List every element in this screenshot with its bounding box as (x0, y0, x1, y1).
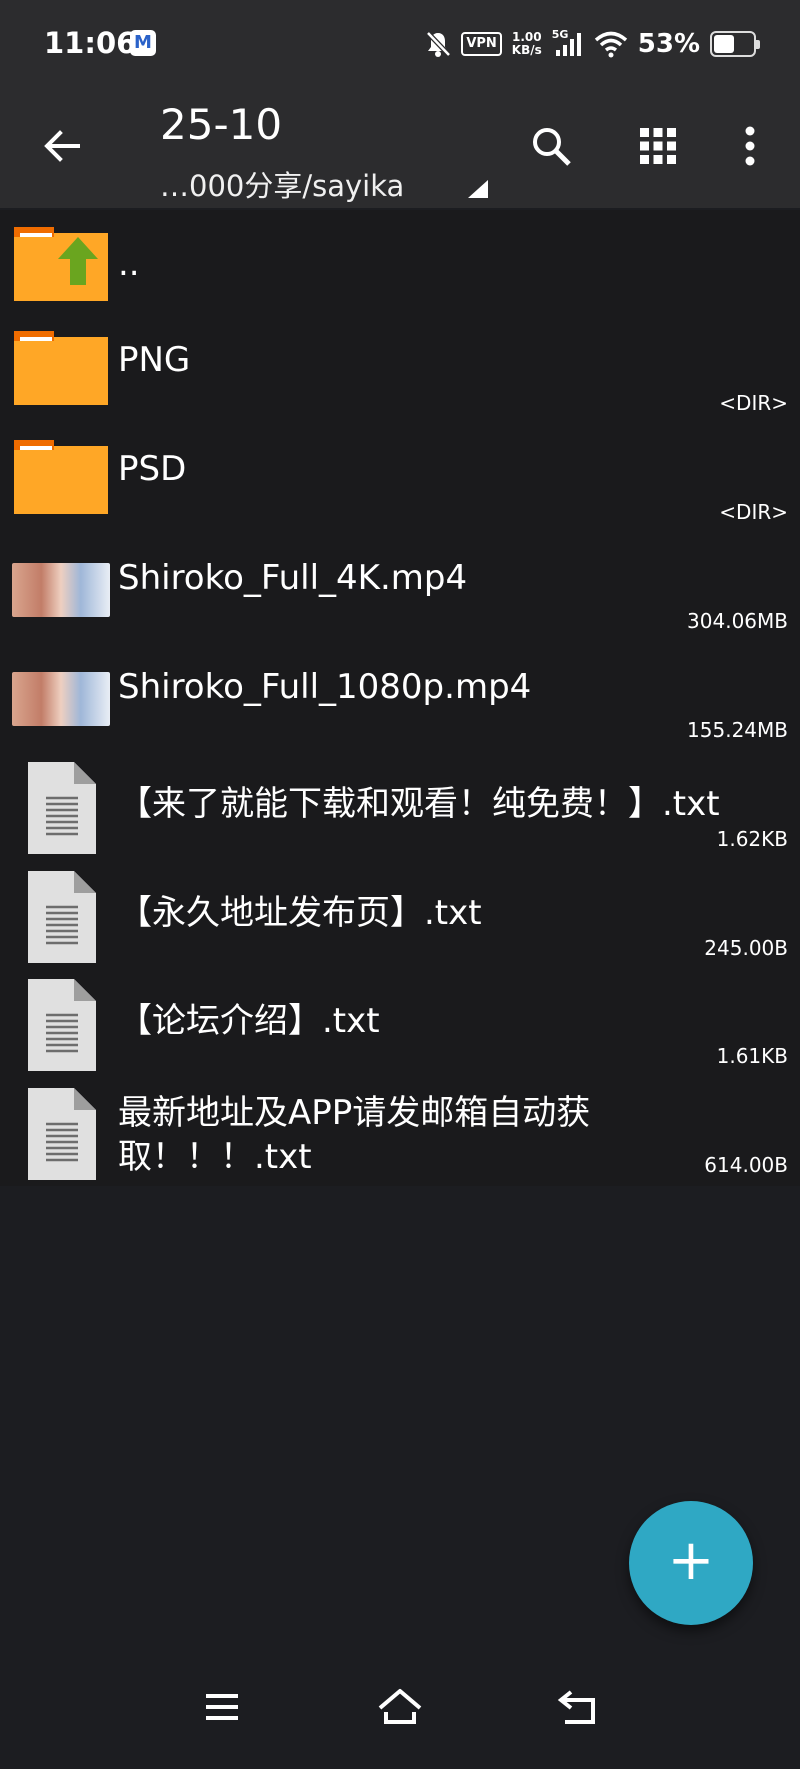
file-name: 【永久地址发布页】.txt (118, 893, 482, 933)
app-toolbar: 11:06 M VPN 1.00 KB/s 5G 53% 25-10 …000分… (0, 0, 800, 208)
text-file-icon (28, 1088, 96, 1180)
battery-fill (714, 35, 735, 53)
plus-icon: + (667, 1528, 715, 1593)
list-item-text-file[interactable]: 【永久地址发布页】.txt 245.00B (0, 866, 800, 974)
menu-icon[interactable] (192, 1682, 252, 1732)
list-item-folder-png[interactable]: PNG <DIR> (0, 322, 800, 430)
file-size: 1.61KB (716, 1044, 788, 1068)
list-item-video[interactable]: Shiroko_Full_1080p.mp4 155.24MB (0, 649, 800, 757)
file-name-line-1: 最新地址及APP请发邮箱自动获 (118, 1093, 591, 1133)
net-speed-unit: KB/s (511, 43, 542, 57)
status-time: 11:06 (44, 26, 137, 60)
folder-icon (14, 440, 108, 514)
folder-icon (14, 331, 108, 405)
text-file-icon (28, 762, 96, 854)
vpn-badge: VPN (461, 32, 502, 56)
file-name: PNG (118, 340, 191, 380)
add-fab-button[interactable]: + (629, 1501, 753, 1625)
grid-view-icon[interactable] (634, 122, 682, 170)
path-dropdown-icon[interactable] (466, 178, 490, 200)
back-arrow-icon[interactable] (38, 122, 86, 170)
search-icon[interactable] (527, 122, 575, 170)
list-item-video[interactable]: Shiroko_Full_4K.mp4 304.06MB (0, 540, 800, 648)
net-speed: 1.00 KB/s (512, 31, 542, 57)
wifi-icon (594, 31, 627, 58)
system-nav-bar (0, 1660, 800, 1769)
file-name: 【来了就能下载和观看！纯免费！】.txt (118, 784, 720, 824)
file-name-line-2: 取！！！.txt (118, 1137, 312, 1177)
file-size: 304.06MB (687, 609, 788, 633)
folder-path[interactable]: …000分享/sayika (160, 163, 404, 205)
text-file-icon (28, 979, 96, 1071)
list-item-text-file[interactable]: 【论坛介绍】.txt 1.61KB (0, 974, 800, 1082)
file-size: 155.24MB (687, 718, 788, 742)
file-size: 245.00B (704, 936, 788, 960)
list-item-text-file[interactable]: 【来了就能下载和观看！纯免费！】.txt 1.62KB (0, 757, 800, 865)
video-thumbnail (12, 672, 110, 726)
file-size: <DIR> (719, 391, 788, 415)
list-item-parent-folder[interactable]: .. (0, 214, 800, 322)
back-nav-icon[interactable] (549, 1682, 609, 1732)
file-size: 614.00B (704, 1153, 788, 1177)
file-size: <DIR> (719, 500, 788, 524)
battery-percent: 53% (637, 29, 700, 59)
file-name: Shiroko_Full_4K.mp4 (118, 558, 468, 598)
list-item-text-file[interactable]: 最新地址及APP请发邮箱自动获 取！！！.txt 614.00B (0, 1083, 800, 1191)
folder-up-icon (14, 227, 108, 301)
mute-bell-icon (426, 31, 452, 57)
file-name: .. (118, 244, 140, 284)
file-name: Shiroko_Full_1080p.mp4 (118, 667, 532, 707)
list-item-folder-psd[interactable]: PSD <DIR> (0, 431, 800, 539)
file-size: 1.62KB (716, 827, 788, 851)
text-file-icon (28, 871, 96, 963)
home-icon[interactable] (370, 1682, 430, 1732)
video-thumbnail (12, 563, 110, 617)
file-list: .. PNG <DIR> PSD <DIR> Shiroko_Full_4K.m… (0, 210, 800, 1186)
more-vert-icon[interactable] (726, 122, 774, 170)
battery-icon (710, 31, 760, 57)
file-name: PSD (118, 449, 187, 489)
folder-title: 25-10 (160, 100, 283, 149)
signal-label: 5G (551, 28, 569, 41)
mail-notification-icon: M (130, 30, 156, 56)
status-bar: 11:06 M VPN 1.00 KB/s 5G 53% (0, 0, 800, 88)
status-icons: VPN 1.00 KB/s 5G 53% (425, 24, 760, 64)
signal-icon: 5G (551, 28, 584, 58)
file-name: 【论坛介绍】.txt (118, 1001, 380, 1041)
